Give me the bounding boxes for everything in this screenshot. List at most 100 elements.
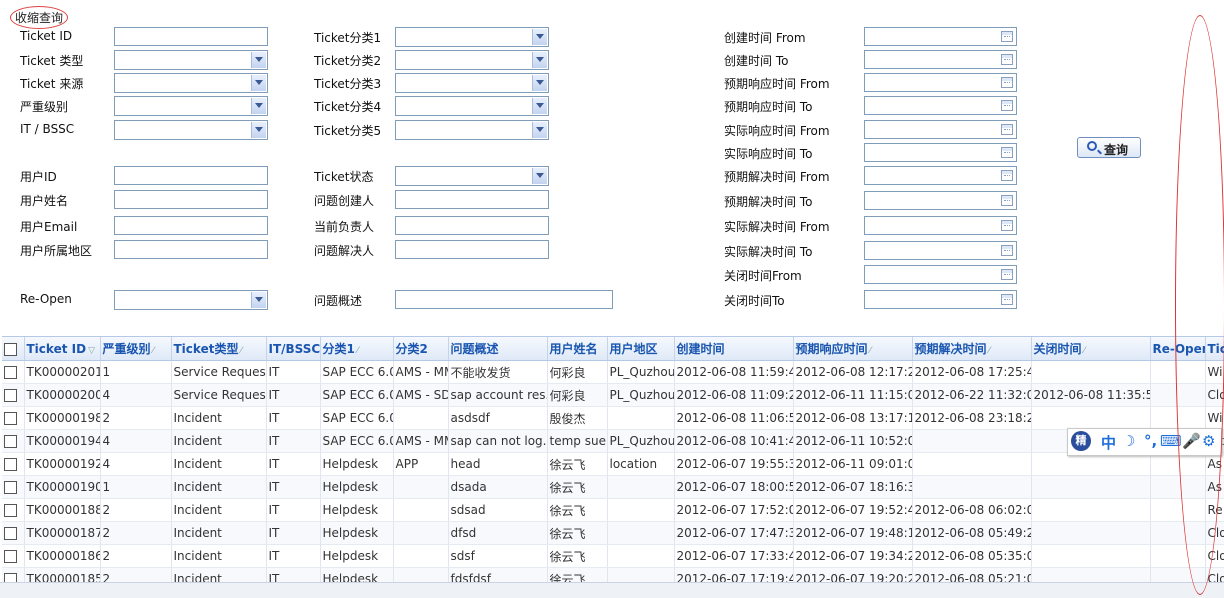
- moon-icon[interactable]: ☽: [1122, 432, 1135, 450]
- row-checkbox[interactable]: [4, 412, 17, 425]
- row-checkbox-cell[interactable]: [2, 384, 24, 407]
- chevron-down-icon[interactable]: [532, 98, 547, 114]
- column-header-3[interactable]: IT/BSSC: [266, 337, 320, 361]
- col2-input-9[interactable]: [395, 290, 613, 309]
- column-header-8[interactable]: 用户地区: [607, 337, 674, 361]
- chevron-down-icon[interactable]: [532, 29, 547, 45]
- table-row[interactable]: TK000002004Service RequestITSAP ECC 6.0A…: [2, 384, 1224, 407]
- date-field-3[interactable]: [864, 96, 1017, 115]
- chevron-down-icon[interactable]: [532, 122, 547, 138]
- column-header-2[interactable]: Ticket类型⁄: [171, 337, 266, 361]
- sort-icon[interactable]: ⁄: [989, 346, 991, 356]
- column-header-12[interactable]: 关闭时间⁄: [1031, 337, 1150, 361]
- calendar-icon[interactable]: [1001, 170, 1013, 181]
- row-checkbox[interactable]: [4, 504, 17, 517]
- row-checkbox[interactable]: [4, 550, 17, 563]
- row-checkbox[interactable]: [4, 458, 17, 471]
- calendar-icon[interactable]: [1001, 31, 1013, 42]
- column-header-label[interactable]: Ticket类型: [174, 342, 239, 356]
- column-header-label[interactable]: Ticket ID: [27, 342, 87, 356]
- col1-input-5[interactable]: [114, 166, 268, 185]
- chevron-down-icon[interactable]: [251, 52, 266, 68]
- table-row[interactable]: TK000001982IncidentITSAP ECC 6.0asdsdf殷俊…: [2, 407, 1224, 430]
- row-checkbox-cell[interactable]: [2, 522, 24, 545]
- col1-input-0[interactable]: [114, 27, 268, 46]
- select-all-checkbox-cell[interactable]: [2, 337, 24, 361]
- row-checkbox-cell[interactable]: [2, 545, 24, 568]
- column-header-label[interactable]: 用户姓名: [550, 342, 598, 356]
- chinese-mode-icon[interactable]: 中: [1101, 432, 1116, 453]
- date-field-9[interactable]: [864, 241, 1017, 260]
- col1-select-2[interactable]: [114, 73, 268, 93]
- chevron-down-icon[interactable]: [251, 98, 266, 114]
- column-header-4[interactable]: 分类1⁄: [320, 337, 393, 361]
- table-row[interactable]: TK000001852IncidentITHelpdeskfdsfdsf徐云飞2…: [2, 568, 1224, 583]
- chevron-down-icon[interactable]: [532, 52, 547, 68]
- col1-select-4[interactable]: [114, 120, 268, 140]
- date-field-8[interactable]: [864, 216, 1017, 235]
- date-field-11[interactable]: [864, 290, 1017, 309]
- date-field-6[interactable]: [864, 166, 1017, 185]
- row-checkbox-cell[interactable]: [2, 453, 24, 476]
- col1-input-6[interactable]: [114, 190, 268, 209]
- date-field-1[interactable]: [864, 50, 1017, 69]
- col2-select-1[interactable]: [395, 50, 549, 70]
- table-row[interactable]: TK000001944IncidentITSAP ECC 6.0AMS - MM…: [2, 430, 1224, 453]
- calendar-icon[interactable]: [1001, 124, 1013, 135]
- col1-select-1[interactable]: [114, 50, 268, 70]
- column-header-label[interactable]: IT/BSSC: [269, 342, 321, 356]
- column-header-label[interactable]: 用户地区: [610, 342, 658, 356]
- date-field-0[interactable]: [864, 27, 1017, 46]
- calendar-icon[interactable]: [1001, 100, 1013, 111]
- row-checkbox[interactable]: [4, 481, 17, 494]
- col2-input-7[interactable]: [395, 216, 549, 235]
- calendar-icon[interactable]: [1001, 54, 1013, 65]
- table-row[interactable]: TK000001862IncidentITHelpdesksdsf徐云飞2012…: [2, 545, 1224, 568]
- col2-input-8[interactable]: [395, 240, 549, 259]
- col2-select-0[interactable]: [395, 27, 549, 47]
- col1-select-9[interactable]: [114, 290, 268, 310]
- sort-icon[interactable]: ▽: [88, 346, 95, 356]
- column-header-label[interactable]: 关闭时间: [1034, 342, 1082, 356]
- table-row[interactable]: TK000001882IncidentITHelpdesksdsad徐云飞201…: [2, 499, 1224, 522]
- row-checkbox[interactable]: [4, 435, 17, 448]
- column-header-9[interactable]: 创建时间: [674, 337, 793, 361]
- column-header-0[interactable]: Ticket ID▽: [24, 337, 100, 361]
- calendar-icon[interactable]: [1001, 195, 1013, 206]
- column-header-label[interactable]: 创建时间: [677, 342, 725, 356]
- sort-icon[interactable]: ⁄: [870, 346, 872, 356]
- column-header-10[interactable]: 预期响应时间⁄: [793, 337, 912, 361]
- calendar-icon[interactable]: [1001, 269, 1013, 280]
- sort-icon[interactable]: ⁄: [240, 346, 242, 356]
- chevron-down-icon[interactable]: [251, 75, 266, 91]
- column-header-11[interactable]: 预期解决时间⁄: [912, 337, 1031, 361]
- column-header-label[interactable]: 预期响应时间: [796, 342, 868, 356]
- chevron-down-icon[interactable]: [532, 168, 547, 184]
- row-checkbox-cell[interactable]: [2, 430, 24, 453]
- chevron-down-icon[interactable]: [251, 122, 266, 138]
- calendar-icon[interactable]: [1001, 147, 1013, 158]
- calendar-icon[interactable]: [1001, 294, 1013, 305]
- select-all-checkbox[interactable]: [4, 343, 17, 356]
- sort-icon[interactable]: ⁄: [153, 346, 155, 356]
- date-field-2[interactable]: [864, 73, 1017, 92]
- column-header-label[interactable]: 预期解决时间: [915, 342, 987, 356]
- row-checkbox[interactable]: [4, 573, 17, 582]
- collapse-query-link[interactable]: 收缩查询: [10, 6, 68, 29]
- column-header-label[interactable]: 问题概述: [451, 342, 499, 356]
- column-header-label[interactable]: 分类2: [396, 342, 428, 356]
- table-row[interactable]: TK000002011Service RequestITSAP ECC 6.0A…: [2, 361, 1224, 384]
- col2-select-3[interactable]: [395, 96, 549, 116]
- row-checkbox[interactable]: [4, 389, 17, 402]
- date-field-5[interactable]: [864, 143, 1017, 162]
- date-field-10[interactable]: [864, 265, 1017, 284]
- row-checkbox-cell[interactable]: [2, 476, 24, 499]
- col2-select-5[interactable]: [395, 166, 549, 186]
- table-row[interactable]: TK000001924IncidentITHelpdeskAPPhead徐云飞l…: [2, 453, 1224, 476]
- query-button[interactable]: 查询: [1077, 137, 1141, 158]
- date-field-4[interactable]: [864, 120, 1017, 139]
- col2-input-6[interactable]: [395, 190, 549, 209]
- punctuation-icon[interactable]: °,: [1144, 432, 1157, 450]
- column-header-7[interactable]: 用户姓名: [547, 337, 607, 361]
- date-field-7[interactable]: [864, 191, 1017, 210]
